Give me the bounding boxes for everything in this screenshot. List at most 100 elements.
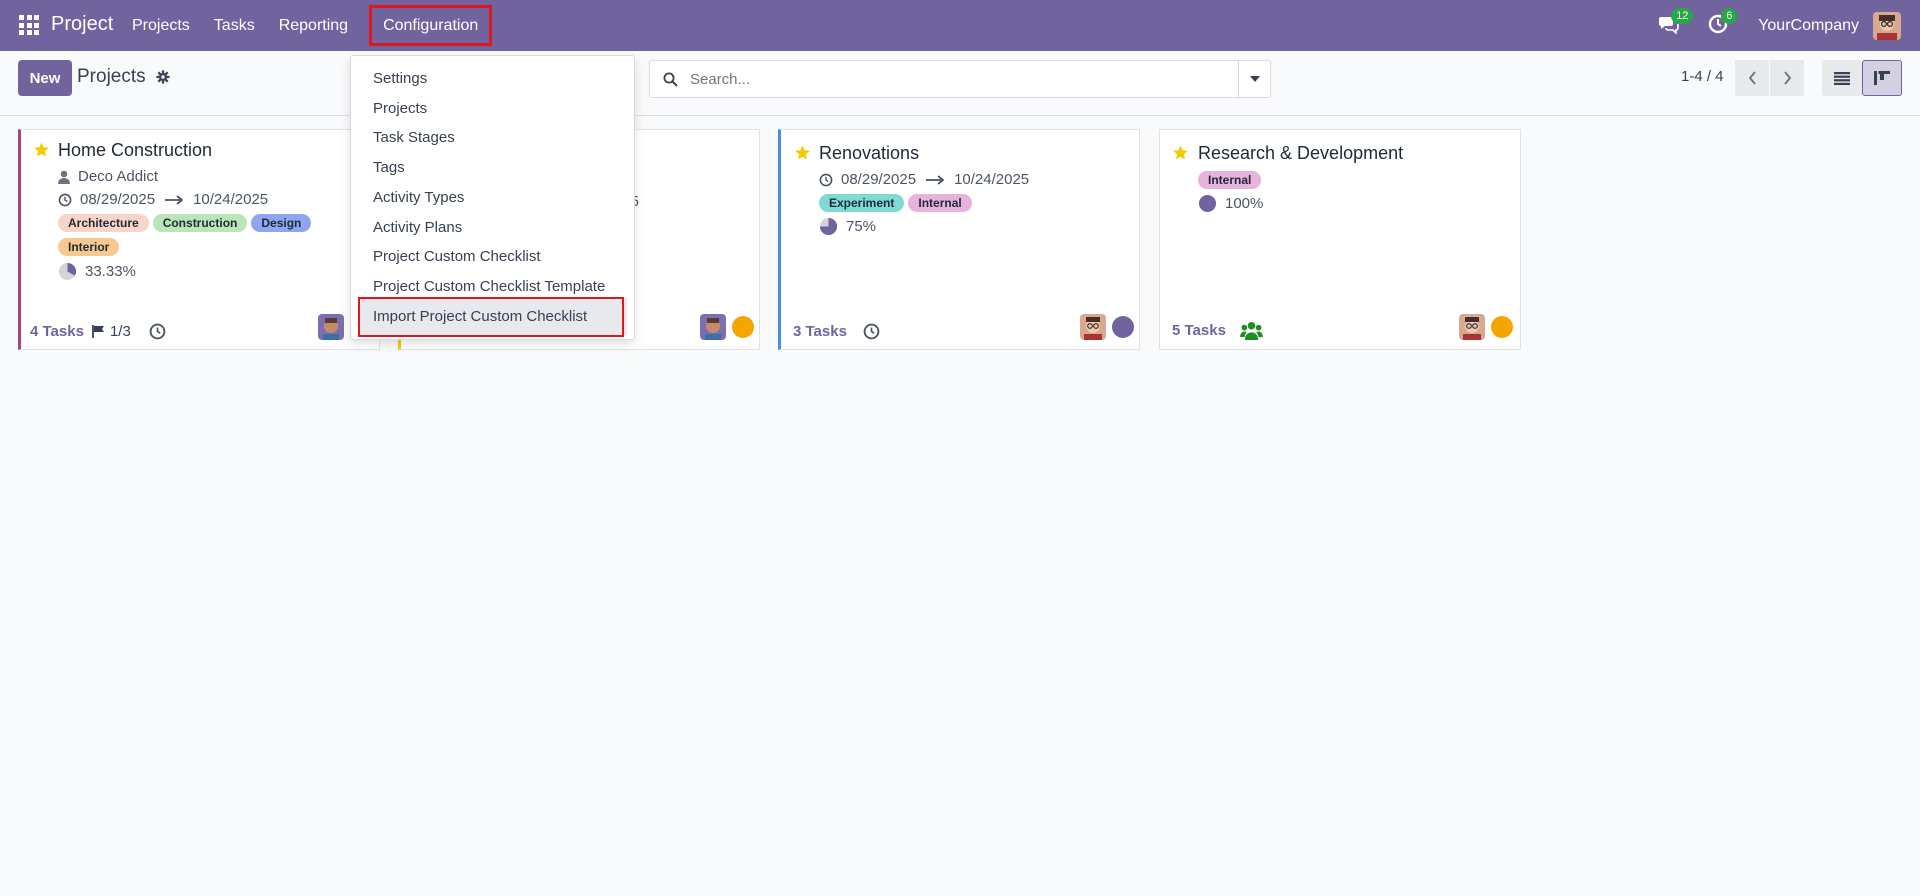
tag-construction: Construction xyxy=(152,214,248,232)
search-input[interactable] xyxy=(688,61,1238,97)
project-customer: Deco Addict xyxy=(58,168,158,185)
tag-list: Internal xyxy=(1198,171,1265,189)
project-card[interactable]: Research & Development Internal 100% 5 T… xyxy=(1159,129,1521,350)
tag-list: Architecture Construction Design xyxy=(58,214,315,232)
progress-pie-icon xyxy=(819,217,838,236)
control-panel: New Projects 1-4 / 4 xyxy=(0,51,1920,116)
dropdown-item-task-stages[interactable]: Task Stages xyxy=(373,129,455,146)
user-face-icon xyxy=(1459,314,1485,340)
date-start: 08/29/2025 xyxy=(80,191,156,208)
breadcrumb: Projects xyxy=(77,66,170,88)
menu-configuration[interactable]: Configuration xyxy=(364,0,497,51)
menu-tasks[interactable]: Tasks xyxy=(202,0,267,51)
kanban-view-button[interactable] xyxy=(1862,60,1902,96)
person-icon xyxy=(58,170,70,184)
status-dot[interactable] xyxy=(1491,316,1513,338)
search-options-toggle[interactable] xyxy=(1238,61,1270,97)
activity-clock-icon[interactable] xyxy=(863,323,880,340)
top-navbar: Project Projects Tasks Reporting Configu… xyxy=(0,0,1920,51)
app-brand[interactable]: Project xyxy=(51,13,113,36)
tag-list-row-2: Interior xyxy=(58,238,123,256)
tasks-link[interactable]: 4 Tasks xyxy=(30,323,84,340)
caret-down-icon xyxy=(1249,76,1260,82)
project-title: Research & Development xyxy=(1198,143,1404,163)
assignee-avatar[interactable] xyxy=(1080,314,1106,340)
activities-badge: 6 xyxy=(1721,7,1738,24)
clock-icon xyxy=(58,193,72,206)
dropdown-item-settings[interactable]: Settings xyxy=(373,70,427,87)
project-title: Renovations xyxy=(819,143,920,163)
chevron-left-icon xyxy=(1748,71,1756,85)
user-face-icon xyxy=(318,314,344,340)
card-footer: 4 Tasks 1/3 xyxy=(30,323,166,340)
arrow-right-icon xyxy=(926,174,945,185)
arrow-right-icon xyxy=(165,194,184,205)
project-dates: 08/29/2025 10/24/2025 xyxy=(819,171,1029,188)
flag-icon xyxy=(92,325,104,338)
card-footer: 5 Tasks xyxy=(1172,321,1263,340)
user-avatar[interactable] xyxy=(1873,11,1901,40)
date-end: 10/24/2025 xyxy=(954,171,1030,188)
menu-projects[interactable]: Projects xyxy=(120,0,202,51)
tag-architecture: Architecture xyxy=(58,214,149,232)
clock-icon xyxy=(819,173,833,186)
search-bar xyxy=(649,60,1271,98)
date-end: 10/24/2025 xyxy=(193,191,269,208)
star-icon[interactable] xyxy=(1172,144,1189,161)
gear-icon[interactable] xyxy=(156,70,170,84)
status-dot[interactable] xyxy=(732,316,754,338)
customer-name: Deco Addict xyxy=(78,168,159,185)
user-face-icon xyxy=(1080,314,1106,340)
dropdown-item-activity-types[interactable]: Activity Types xyxy=(373,189,464,206)
user-face-icon xyxy=(700,314,726,340)
assignee-avatar[interactable] xyxy=(318,314,344,340)
project-card[interactable]: Renovations 08/29/2025 10/24/2025 Experi… xyxy=(778,129,1140,350)
date-start: 08/29/2025 xyxy=(841,171,917,188)
project-card[interactable]: Home Construction Deco Addict 08/29/2025… xyxy=(18,129,380,350)
menu-reporting[interactable]: Reporting xyxy=(267,0,360,51)
pager-next-button[interactable] xyxy=(1770,60,1804,96)
milestones-count: 1/3 xyxy=(109,323,131,340)
dropdown-item-activity-plans[interactable]: Activity Plans xyxy=(373,219,462,236)
dropdown-item-project-custom-checklist-template[interactable]: Project Custom Checklist Template xyxy=(373,278,605,295)
project-progress: 75% xyxy=(819,217,876,236)
card-footer: 3 Tasks xyxy=(793,323,880,340)
activity-clock-icon[interactable] xyxy=(149,323,166,340)
page-title: Projects xyxy=(77,66,146,87)
tasks-link[interactable]: 3 Tasks xyxy=(793,323,847,340)
pager-previous-button[interactable] xyxy=(1735,60,1769,96)
tag-internal: Internal xyxy=(1198,171,1262,189)
list-view-button[interactable] xyxy=(1822,60,1862,96)
company-switcher[interactable]: YourCompany xyxy=(1758,17,1859,35)
messages-badge: 12 xyxy=(1671,7,1694,24)
tag-list: Experiment Internal xyxy=(819,194,976,212)
tasks-link[interactable]: 5 Tasks xyxy=(1172,322,1226,339)
activities-button[interactable]: 6 xyxy=(1708,7,1738,38)
dropdown-item-projects[interactable]: Projects xyxy=(373,100,427,117)
project-title: Home Construction xyxy=(58,140,213,160)
tag-design: Design xyxy=(251,214,312,232)
progress-pie-icon xyxy=(58,262,77,281)
tag-interior: Interior xyxy=(58,238,120,256)
dropdown-item-tags[interactable]: Tags xyxy=(373,159,405,176)
main-menu: Projects Tasks Reporting Configuration xyxy=(120,0,497,51)
assignee-avatar[interactable] xyxy=(1459,314,1485,340)
status-dot[interactable] xyxy=(1112,316,1134,338)
new-button[interactable]: New xyxy=(18,60,72,96)
users-icon[interactable] xyxy=(1240,321,1263,340)
tag-experiment: Experiment xyxy=(819,194,905,212)
app-grid-icon[interactable] xyxy=(19,15,39,35)
progress-value: 33.33% xyxy=(85,263,136,280)
star-icon[interactable] xyxy=(33,141,50,158)
dropdown-item-project-custom-checklist[interactable]: Project Custom Checklist xyxy=(373,248,541,265)
navbar-right: 12 6 YourCompany xyxy=(1658,0,1920,51)
project-progress: 100% xyxy=(1198,194,1263,213)
pager-value[interactable]: 1-4 / 4 xyxy=(1681,68,1724,85)
star-icon[interactable] xyxy=(794,144,811,161)
assignee-avatar[interactable] xyxy=(700,314,726,340)
search-icon xyxy=(663,72,678,87)
progress-value: 100% xyxy=(1225,195,1264,212)
list-icon xyxy=(1834,71,1850,85)
progress-pie-icon xyxy=(1198,194,1217,213)
messages-button[interactable]: 12 xyxy=(1658,7,1694,38)
